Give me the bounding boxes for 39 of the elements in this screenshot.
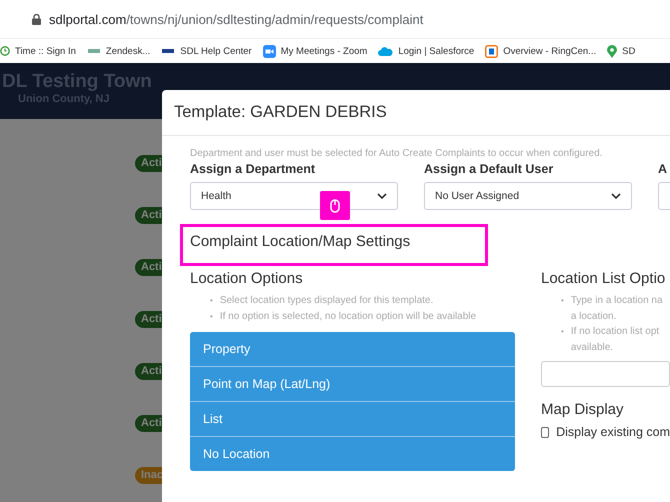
- field-label: Assign a Default User: [424, 162, 554, 176]
- app-icon: [485, 44, 498, 58]
- field-label: Assign a Department: [190, 162, 316, 176]
- select-field[interactable]: Health: [190, 182, 398, 210]
- bullet-mark: •: [210, 295, 213, 307]
- input-field[interactable]: [541, 361, 670, 387]
- checkbox[interactable]: [541, 426, 550, 438]
- section-heading: Location Options: [190, 270, 304, 287]
- bookmark-link[interactable]: Overview - RingCen...: [485, 44, 596, 58]
- bullet-mark: •: [561, 326, 564, 338]
- bookmark-link[interactable]: SD: [607, 44, 636, 58]
- bookmark-link[interactable]: My Meetings - Zoom: [262, 44, 368, 58]
- modal-title: Template: GARDEN DEBRIS: [162, 90, 670, 136]
- section-heading: Complaint Location/Map Settings: [190, 233, 410, 251]
- chevron-down-icon: [611, 193, 621, 199]
- lock-icon: [32, 14, 41, 24]
- section-heading: Location List Optio: [541, 270, 666, 287]
- mouse-icon: [330, 198, 340, 212]
- section-heading: Map Display: [541, 401, 625, 418]
- bullet-mark: •: [561, 295, 564, 307]
- bookmark-link[interactable]: Time :: Sign In: [0, 45, 76, 57]
- bullet-mark: •: [210, 310, 213, 322]
- chevron-down-icon: [377, 193, 387, 199]
- note-text: Department and user must be selected for Auto Create Complaints to occur when configured.: [190, 148, 604, 159]
- field-label: A: [658, 162, 668, 176]
- map-pin-icon: [607, 44, 618, 58]
- hint-text: If no option is selected, no location option will be available: [220, 310, 476, 324]
- bookmark-link[interactable]: Zendesk...: [86, 45, 150, 57]
- address-field[interactable]: sdlportal.com/towns/nj/union/sdltesting/admin/requests/complaint: [49, 12, 424, 26]
- bookmark-link[interactable]: SDL Help Center: [161, 45, 252, 57]
- hint-text: If no location list opt available.: [570, 325, 660, 354]
- hint-text: Type in a location na a location.: [570, 294, 663, 324]
- hint-text: Select location types displayed for this template.: [220, 294, 434, 308]
- video-camera-icon: [262, 44, 276, 58]
- bookmark-link[interactable]: Login | Salesforce: [378, 46, 474, 56]
- select-field[interactable]: No User Assigned: [424, 182, 632, 210]
- checkbox-label: Display existing com: [556, 425, 670, 439]
- cloud-icon: [378, 46, 394, 56]
- clock-icon: [0, 45, 10, 57]
